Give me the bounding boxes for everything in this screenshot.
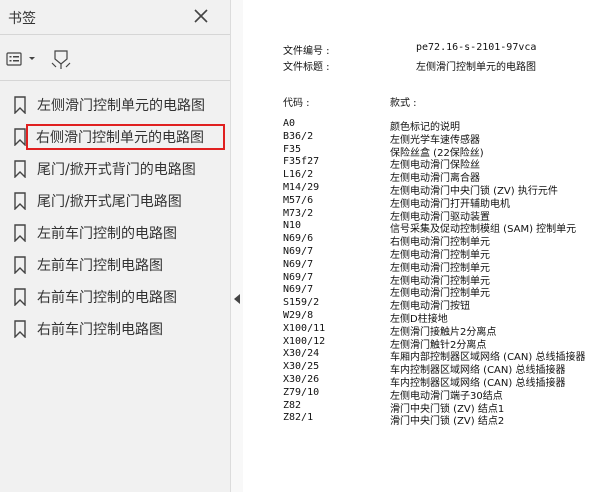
part-code: F35 bbox=[283, 143, 302, 155]
bookmark-item[interactable]: 右前车门控制电路图 bbox=[8, 316, 226, 342]
bookmark-label: 右侧滑门控制单元的电路图 bbox=[36, 130, 204, 146]
part-code: N69/7 bbox=[283, 271, 314, 283]
divider bbox=[0, 34, 230, 35]
bookmark-label: 右前车门控制电路图 bbox=[37, 322, 163, 338]
part-code: S159/2 bbox=[283, 297, 320, 309]
bookmark-label: 左前车门控制的电路图 bbox=[37, 226, 177, 242]
file-number-label: 文件编号 : bbox=[283, 46, 330, 57]
file-number-value: pe72.16-s-2101-97vca bbox=[416, 42, 537, 53]
panel-title: 书签 bbox=[8, 11, 36, 27]
document-page: 文件编号 : pe72.16-s-2101-97vca 文件标题 : 左侧滑门控… bbox=[243, 0, 602, 492]
close-icon[interactable] bbox=[193, 8, 209, 24]
part-code: Z82 bbox=[283, 399, 302, 411]
bookmark-item[interactable]: 尾门/掀开式尾门电路图 bbox=[8, 188, 226, 214]
bookmark-item[interactable]: 右前车门控制的电路图 bbox=[8, 284, 226, 310]
part-code: B36/2 bbox=[283, 130, 314, 142]
list-options-icon bbox=[6, 52, 22, 66]
part-code: X30/25 bbox=[283, 361, 320, 373]
part-code: N69/6 bbox=[283, 233, 314, 245]
bookmark-label: 右前车门控制的电路图 bbox=[37, 290, 177, 306]
bookmark-item[interactable]: 左侧滑门控制单元的电路图 bbox=[8, 92, 226, 118]
part-code: F35f27 bbox=[283, 156, 320, 168]
bookmark-icon bbox=[14, 224, 26, 242]
part-code: N69/7 bbox=[283, 284, 314, 296]
desc-column-header: 款式 : bbox=[390, 98, 417, 109]
part-code: W29/8 bbox=[283, 310, 314, 321]
bookmark-icon bbox=[14, 256, 26, 274]
expand-bookmark-button[interactable] bbox=[49, 46, 73, 72]
bookmarks-panel: 书签 左侧滑门控制单元的电路图 右侧滑门控制单元的电路图 尾门/掀开式背门的电路图尾… bbox=[0, 0, 230, 492]
chevron-down-icon bbox=[29, 57, 35, 60]
panel-splitter[interactable] bbox=[230, 0, 243, 492]
part-code: N69/7 bbox=[283, 258, 314, 270]
bookmark-item[interactable]: 左前车门控制的电路图 bbox=[8, 220, 226, 246]
part-code: M57/6 bbox=[283, 194, 314, 206]
options-menu-button[interactable] bbox=[6, 46, 36, 72]
part-code: Z79/10 bbox=[283, 386, 320, 398]
bookmark-label: 左侧滑门控制单元的电路图 bbox=[37, 98, 205, 114]
part-code: X100/11 bbox=[283, 322, 326, 334]
bookmark-item[interactable]: 右侧滑门控制单元的电路图 bbox=[26, 124, 225, 150]
file-title-label: 文件标题 : bbox=[283, 62, 330, 73]
collapse-panel-icon[interactable] bbox=[234, 294, 240, 304]
bookmark-icon bbox=[14, 160, 26, 178]
part-code: M14/29 bbox=[283, 182, 320, 193]
part-code: Z82/1 bbox=[283, 412, 314, 424]
part-code: M73/2 bbox=[283, 207, 314, 219]
bookmark-label: 左前车门控制电路图 bbox=[37, 258, 163, 274]
bookmark-icon bbox=[14, 192, 26, 210]
part-code: N69/7 bbox=[283, 246, 314, 257]
bookmark-tag-icon bbox=[51, 50, 71, 69]
part-code: L16/2 bbox=[283, 169, 314, 181]
divider bbox=[0, 80, 230, 81]
part-code: N10 bbox=[283, 220, 302, 232]
bookmark-label: 尾门/掀开式背门的电路图 bbox=[37, 162, 196, 178]
part-description: 滑门中央门锁 (ZV) 结点2 bbox=[390, 416, 505, 428]
bookmark-icon bbox=[14, 96, 26, 114]
code-column-header: 代码 : bbox=[283, 98, 310, 109]
part-code: A0 bbox=[283, 118, 296, 129]
bookmark-icon bbox=[14, 128, 26, 146]
part-code: X30/26 bbox=[283, 374, 320, 385]
file-title-value: 左侧滑门控制单元的电路图 bbox=[416, 62, 536, 73]
bookmark-label: 尾门/掀开式尾门电路图 bbox=[37, 194, 182, 210]
part-code: X100/12 bbox=[283, 335, 326, 347]
bookmark-icon bbox=[14, 320, 26, 338]
bookmark-item[interactable]: 尾门/掀开式背门的电路图 bbox=[8, 156, 226, 182]
bookmark-item[interactable]: 左前车门控制电路图 bbox=[8, 252, 226, 278]
bookmark-icon bbox=[14, 288, 26, 306]
part-code: X30/24 bbox=[283, 348, 320, 360]
